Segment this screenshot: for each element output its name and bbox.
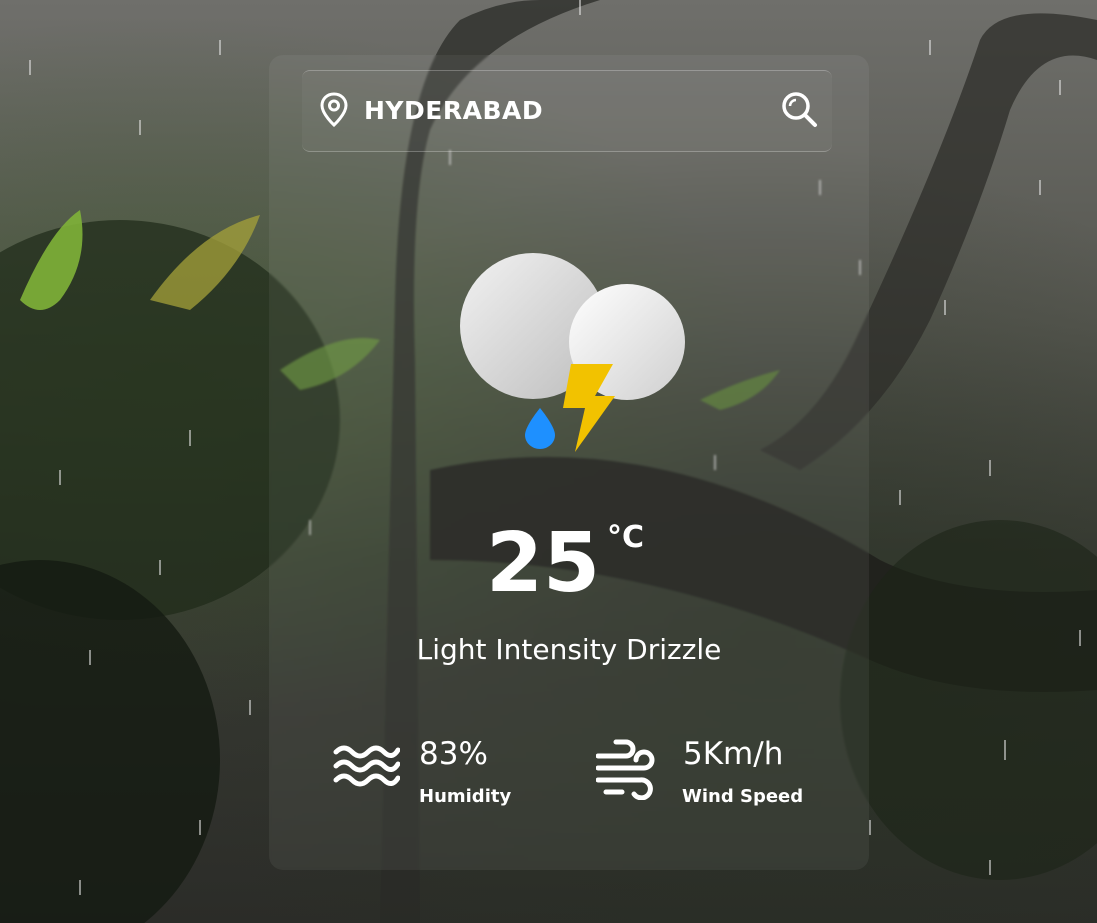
humidity-value: 83%: [419, 736, 488, 772]
location-pin-icon: [320, 92, 348, 128]
humidity-label: Humidity: [419, 786, 512, 807]
search-button[interactable]: [778, 88, 820, 130]
waves-icon: [333, 745, 400, 787]
temperature-unit: °C: [607, 520, 645, 555]
temperature-value: 25: [486, 516, 601, 611]
wind-speed-value: 5Km/h: [683, 736, 784, 772]
wind-icon: [596, 739, 655, 800]
wind-speed-label: Wind Speed: [682, 786, 804, 807]
cloud-thunder-drizzle-icon: [460, 253, 685, 452]
city-search-input[interactable]: [364, 88, 754, 132]
weather-description: Light Intensity Drizzle: [416, 633, 722, 666]
search-icon: [782, 92, 817, 127]
